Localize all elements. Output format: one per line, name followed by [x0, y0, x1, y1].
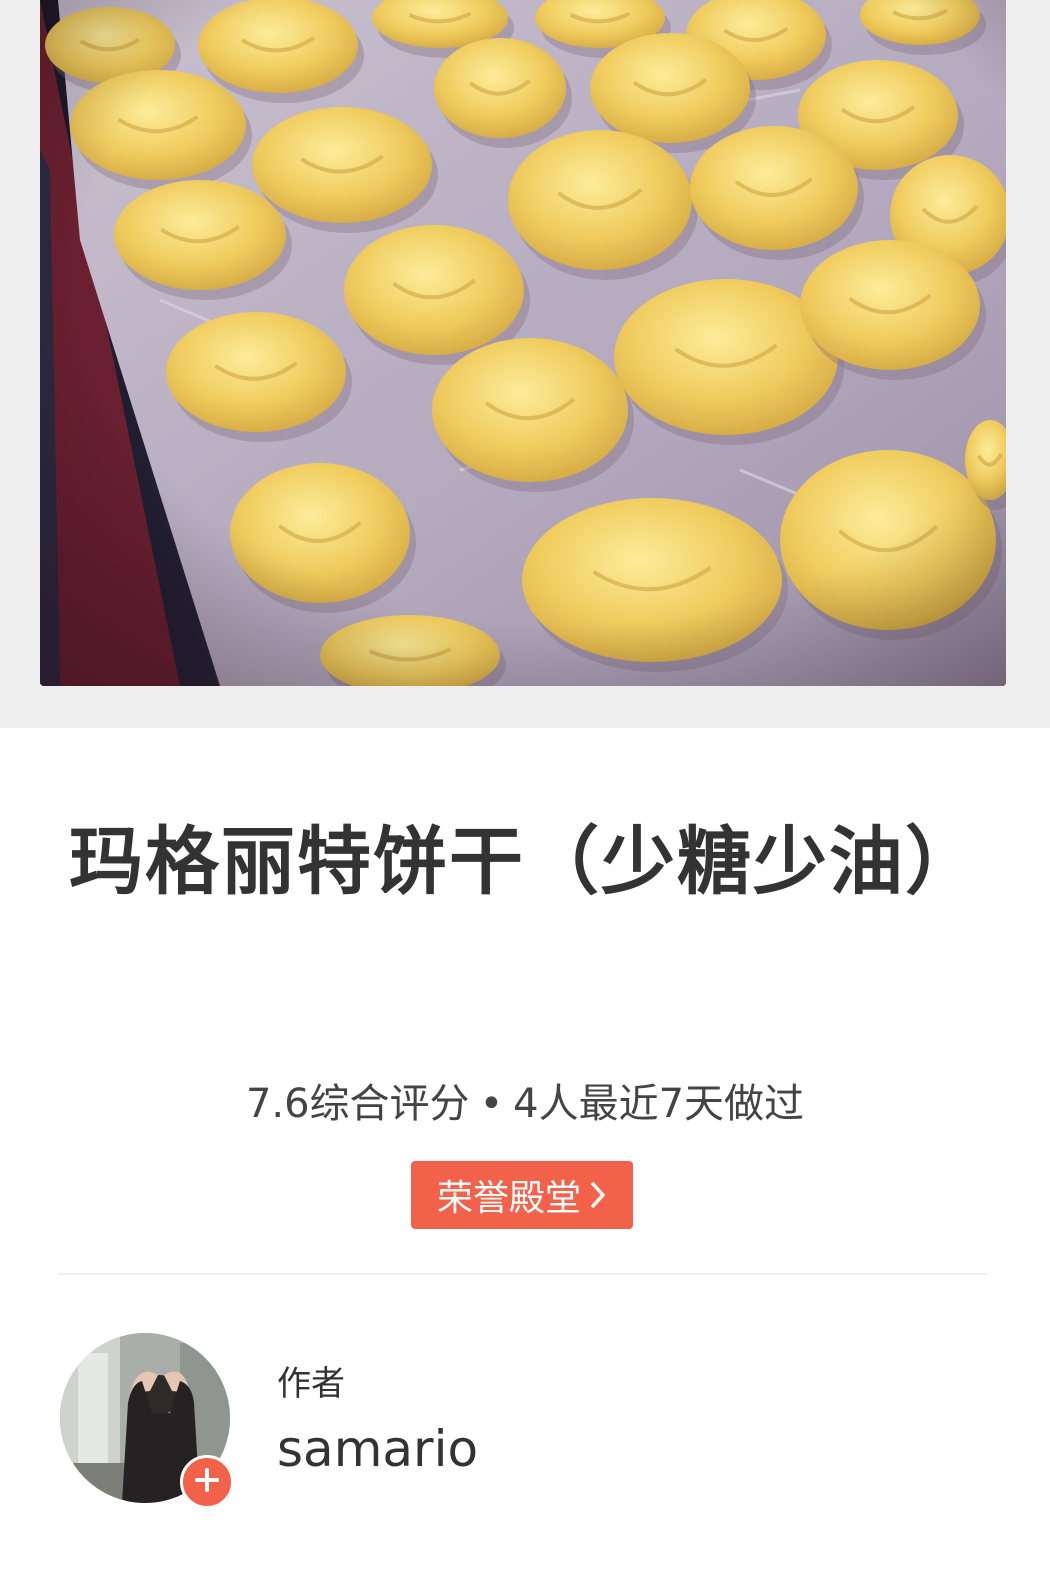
- plus-icon: [194, 1467, 220, 1497]
- section-divider: [58, 1273, 988, 1275]
- hall-of-fame-badge[interactable]: 荣誉殿堂: [411, 1161, 633, 1229]
- recipe-stats: 7.6综合评分 • 4人最近7天做过: [0, 1076, 1050, 1132]
- rating-score: 7.6综合评分: [245, 1081, 470, 1127]
- recipe-title: 玛格丽特饼干（少糖少油）: [69, 819, 981, 905]
- badge-label: 荣誉殿堂: [436, 1178, 581, 1219]
- author-caption: 作者: [277, 1364, 345, 1404]
- made-recently-count: 4人最近7天做过: [513, 1081, 805, 1127]
- recipe-cover-area: [0, 0, 1050, 728]
- cookie-tray-photo: [40, 0, 1006, 686]
- follow-author-button[interactable]: [180, 1455, 234, 1509]
- chevron-right-icon: [589, 1180, 607, 1210]
- author-name[interactable]: samario: [277, 1417, 478, 1481]
- separator-dot: •: [479, 1081, 504, 1127]
- recipe-cover-image[interactable]: [40, 0, 1006, 686]
